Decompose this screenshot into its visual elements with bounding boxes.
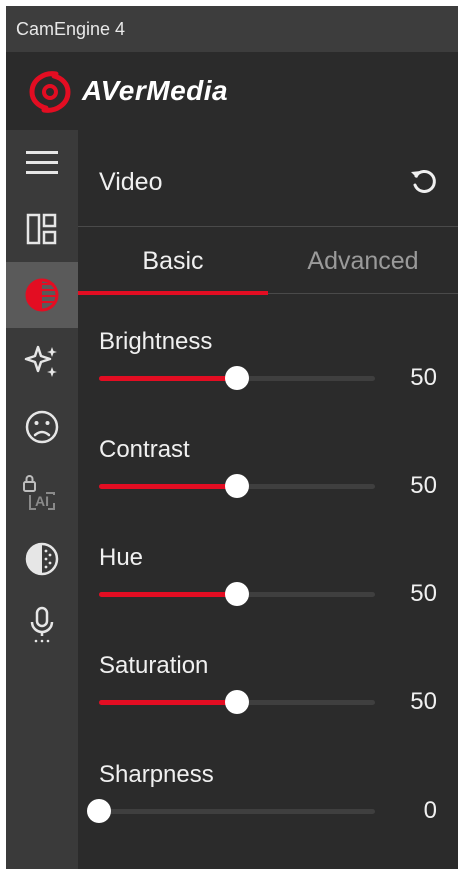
svg-text:AI: AI bbox=[35, 493, 49, 509]
contrast-label: Contrast bbox=[99, 436, 190, 463]
tab-basic[interactable]: Basic bbox=[78, 227, 268, 295]
app-window: CamEngine 4 AVerMedia AI Video Basic Adv… bbox=[6, 6, 458, 869]
hue-value: 50 bbox=[410, 580, 437, 607]
saturation-slider-fill bbox=[99, 700, 237, 705]
contrast-slider-fill bbox=[99, 484, 237, 489]
menu-icon bbox=[26, 151, 58, 174]
avermedia-logo-icon bbox=[29, 71, 71, 113]
sharpness-slider-thumb[interactable] bbox=[87, 799, 111, 823]
brightness-value: 50 bbox=[410, 364, 437, 391]
panel-title: Video bbox=[99, 168, 163, 196]
microphone-icon bbox=[30, 606, 54, 643]
hue-slider-row: Hue 50 bbox=[78, 544, 458, 644]
saturation-label: Saturation bbox=[99, 652, 209, 679]
brand-name: AVerMedia bbox=[82, 75, 229, 106]
sidebar-item-face[interactable] bbox=[6, 394, 78, 460]
hue-slider-fill bbox=[99, 592, 237, 597]
video-panel: Video Basic Advanced Brightness 50 Contr… bbox=[78, 130, 458, 869]
background-icon bbox=[25, 542, 59, 576]
face-icon bbox=[25, 410, 59, 444]
brightness-label: Brightness bbox=[99, 328, 213, 355]
saturation-slider-thumb[interactable] bbox=[225, 690, 249, 714]
brightness-slider-row: Brightness 50 bbox=[78, 328, 458, 428]
layout-icon bbox=[26, 213, 57, 245]
brightness-slider-fill bbox=[99, 376, 237, 381]
sharpness-slider-row: Sharpness 0 bbox=[78, 761, 458, 861]
sidebar-item-effects[interactable] bbox=[6, 328, 78, 394]
sidebar-item-menu[interactable] bbox=[6, 130, 78, 196]
brightness-slider[interactable] bbox=[99, 366, 375, 390]
sharpness-label: Sharpness bbox=[99, 761, 214, 788]
contrast-slider[interactable] bbox=[99, 474, 375, 498]
saturation-slider[interactable] bbox=[99, 690, 375, 714]
saturation-value: 50 bbox=[410, 688, 437, 715]
contrast-slider-row: Contrast 50 bbox=[78, 436, 458, 536]
window-title: CamEngine 4 bbox=[16, 18, 126, 39]
sidebar-item-microphone[interactable] bbox=[6, 592, 78, 658]
sidebar-item-layout[interactable] bbox=[6, 196, 78, 262]
reset-icon[interactable] bbox=[409, 166, 439, 196]
sidebar-item-video[interactable] bbox=[6, 262, 78, 328]
video-adjust-icon bbox=[25, 278, 59, 312]
ai-locked-icon: AI bbox=[23, 475, 55, 510]
contrast-slider-thumb[interactable] bbox=[225, 474, 249, 498]
hue-slider-thumb[interactable] bbox=[225, 582, 249, 606]
contrast-value: 50 bbox=[410, 472, 437, 499]
saturation-slider-row: Saturation 50 bbox=[78, 652, 458, 752]
hue-label: Hue bbox=[99, 544, 144, 571]
active-tab-indicator bbox=[78, 291, 268, 295]
sidebar-item-background[interactable] bbox=[6, 526, 78, 592]
brand-header: AVerMedia bbox=[6, 52, 458, 130]
tab-advanced-label: Advanced bbox=[307, 246, 419, 275]
tab-basic-label: Basic bbox=[142, 246, 204, 275]
sharpness-value: 0 bbox=[423, 797, 437, 824]
hue-slider[interactable] bbox=[99, 582, 375, 606]
brightness-slider-thumb[interactable] bbox=[225, 366, 249, 390]
sidebar-item-ai[interactable]: AI bbox=[6, 460, 78, 526]
tab-advanced[interactable]: Advanced bbox=[268, 227, 458, 295]
sidebar: AI bbox=[6, 130, 78, 869]
title-bar: CamEngine 4 bbox=[6, 6, 458, 52]
sharpness-slider[interactable] bbox=[87, 799, 375, 823]
sparkle-effects-icon bbox=[24, 345, 57, 377]
